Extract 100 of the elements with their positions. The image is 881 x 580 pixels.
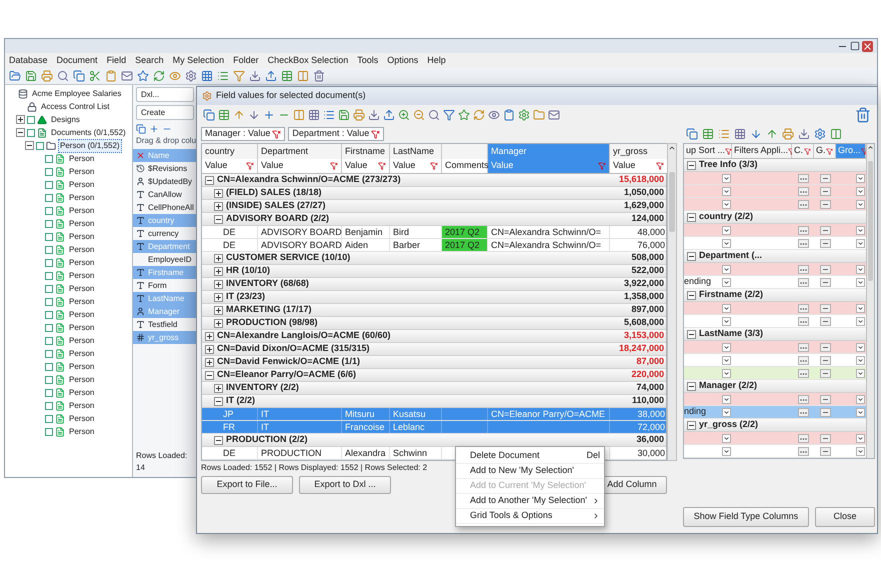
folder-icon[interactable] xyxy=(9,70,21,82)
dash-icon[interactable] xyxy=(820,394,830,404)
table-row[interactable]: DE ADVISORY BOARD Benjamin Bird 2017 Q2 CN=Alexandra Schwinn/O= 48,000 xyxy=(202,226,666,239)
collapse-icon[interactable] xyxy=(687,330,696,338)
ellipsis-icon[interactable] xyxy=(798,408,808,416)
dialog-button[interactable]: Close xyxy=(815,507,875,527)
tree-item[interactable]: Acme Employee Salaries xyxy=(30,86,124,100)
tree-item[interactable]: Person xyxy=(67,164,96,178)
trash-icon[interactable] xyxy=(313,70,325,82)
tree-item[interactable]: Person xyxy=(67,346,96,360)
search-icon[interactable] xyxy=(428,109,440,121)
filter-field[interactable]: Value xyxy=(202,159,258,173)
filter-field[interactable]: Value xyxy=(390,159,442,173)
grid-icon[interactable] xyxy=(201,70,213,82)
scroll-up-icon[interactable] xyxy=(668,144,676,152)
expand-icon[interactable] xyxy=(16,115,25,124)
table-icon[interactable] xyxy=(281,70,293,82)
field-list-item[interactable]: Form xyxy=(133,279,197,292)
tree-item[interactable]: Person xyxy=(67,204,96,218)
dropdown-icon[interactable] xyxy=(856,408,865,416)
dropdown-icon[interactable] xyxy=(722,264,731,274)
scroll-up-icon[interactable] xyxy=(867,144,874,151)
menu-item[interactable]: Database xyxy=(9,54,48,68)
checkbox[interactable] xyxy=(45,206,53,214)
collapse-icon[interactable] xyxy=(205,176,214,184)
filter-chip[interactable]: Manager : Value xyxy=(201,127,286,141)
dropdown-icon[interactable] xyxy=(722,278,731,286)
grid-icon[interactable] xyxy=(308,109,320,121)
checkbox[interactable] xyxy=(45,336,53,344)
checkbox[interactable] xyxy=(45,284,53,292)
field-list-item[interactable]: CanAllow xyxy=(133,188,197,201)
tree-item[interactable]: Person xyxy=(67,256,96,270)
checkbox[interactable] xyxy=(36,142,44,150)
ellipsis-icon[interactable] xyxy=(798,342,808,352)
filter-clear-icon[interactable] xyxy=(272,130,282,138)
checkbox[interactable] xyxy=(45,298,53,306)
tree-item[interactable]: Person xyxy=(67,216,96,230)
ellipsis-icon[interactable] xyxy=(798,200,808,208)
checkbox[interactable] xyxy=(45,168,53,176)
checkbox[interactable] xyxy=(45,362,53,370)
menu-item[interactable]: Folder xyxy=(233,54,259,68)
menu-item[interactable]: CheckBox Selection xyxy=(268,54,348,68)
dropdown-icon[interactable] xyxy=(856,342,865,352)
ellipsis-icon[interactable] xyxy=(798,186,808,196)
download-icon[interactable] xyxy=(798,128,810,140)
maximize-icon[interactable] xyxy=(850,41,860,51)
expand-icon[interactable] xyxy=(205,332,214,340)
dropdown-icon[interactable] xyxy=(722,226,731,234)
column-header[interactable]: yr_gross xyxy=(610,144,668,159)
column-header[interactable]: LastName xyxy=(390,144,442,159)
tree-item[interactable]: Person xyxy=(67,178,96,192)
tree-item[interactable]: Person xyxy=(67,242,96,256)
filter-field[interactable]: Value xyxy=(342,159,390,173)
collapse-icon[interactable] xyxy=(687,382,696,390)
tree-item[interactable]: Person xyxy=(67,334,96,348)
dropdown-icon[interactable] xyxy=(856,446,865,456)
upload-icon[interactable] xyxy=(383,109,395,121)
table-row[interactable]: DE ADVISORY BOARD Aiden Barber 2017 Q2 CN=Alexandra Schwinn/O= 76,000 xyxy=(202,239,666,252)
columns-icon[interactable] xyxy=(830,128,842,140)
dropdown-icon[interactable] xyxy=(722,200,731,208)
tree-item[interactable]: Person xyxy=(67,230,96,244)
menu-item[interactable]: Document xyxy=(56,54,98,68)
expand-icon[interactable] xyxy=(214,266,223,276)
dropdown-icon[interactable] xyxy=(856,174,865,182)
copy-icon[interactable] xyxy=(686,128,698,140)
dropdown-icon[interactable] xyxy=(722,304,731,312)
dropdown-icon[interactable] xyxy=(722,394,731,404)
mail-icon[interactable] xyxy=(121,70,133,82)
printer-icon[interactable] xyxy=(353,109,365,121)
dialog-button[interactable]: Export to File... xyxy=(201,476,293,494)
dialog-button[interactable]: Show Field Type Columns xyxy=(683,507,809,527)
panel-button[interactable]: Dxl... xyxy=(136,87,194,102)
collapse-icon[interactable] xyxy=(16,128,25,137)
table-icon[interactable] xyxy=(702,128,714,140)
ellipsis-icon[interactable] xyxy=(798,446,808,456)
expand-icon[interactable] xyxy=(214,280,223,288)
dropdown-icon[interactable] xyxy=(722,434,731,442)
dash-icon[interactable] xyxy=(820,316,830,326)
printer-icon[interactable] xyxy=(41,70,53,82)
checkbox[interactable] xyxy=(45,272,53,280)
dash-icon[interactable] xyxy=(820,174,830,182)
tree-item[interactable]: Person (0/1,552) xyxy=(58,138,122,152)
table-icon[interactable] xyxy=(218,109,230,121)
scrollbar[interactable] xyxy=(866,144,874,458)
expand-icon[interactable] xyxy=(205,358,214,366)
grid-icon[interactable] xyxy=(734,128,746,140)
checkbox[interactable] xyxy=(45,310,53,318)
field-list-item[interactable]: CellPhoneAll xyxy=(133,201,197,214)
save-icon[interactable] xyxy=(338,109,350,121)
tree-item[interactable]: Person xyxy=(67,412,96,426)
columns-icon[interactable] xyxy=(297,70,309,82)
expand-icon[interactable] xyxy=(214,292,223,302)
dash-icon[interactable] xyxy=(820,446,830,456)
clipboard-icon[interactable] xyxy=(105,70,117,82)
checkbox[interactable] xyxy=(45,402,53,410)
tree-item[interactable]: Access Control List xyxy=(39,100,112,114)
arrow-up-icon[interactable] xyxy=(766,128,778,140)
field-list-item[interactable]: Testfield xyxy=(133,318,197,331)
collapse-icon[interactable] xyxy=(687,212,696,222)
column-header[interactable]: Filters Appli... xyxy=(732,144,792,158)
